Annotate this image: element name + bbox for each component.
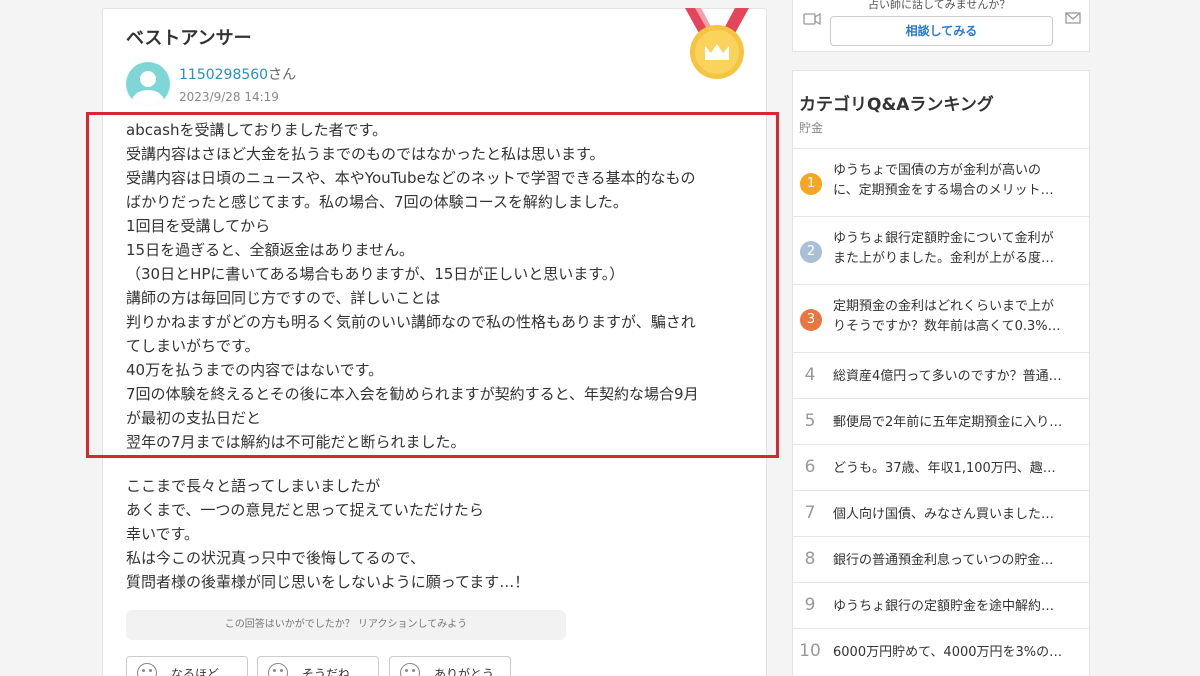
ranking-item-10[interactable]: 10 6000万円貯めて、4000万円を3%の…: [792, 628, 1090, 674]
ranking-number: 5: [804, 411, 816, 431]
answer-line: （30日とHPに書いてある場合もありますが、15日が正しいと思います。）: [126, 265, 625, 283]
answer-line: abcashを受講しておりました者です。: [126, 121, 388, 139]
ranking-question[interactable]: ゆうちょで国債の方が金利が高いの に、定期預金をする場合のメリット…: [833, 161, 1078, 201]
ranking-number: 1: [800, 173, 822, 195]
ranking-item-5[interactable]: 5 郵便局で2年前に五年定期預金に入り…: [792, 398, 1090, 444]
ranking-question-line: どうも。37歳、年収1,100万円、趣…: [833, 461, 1056, 476]
ranking-question[interactable]: ゆうちょ銀行の定額貯金を途中解約…: [833, 597, 1078, 617]
closing-line: 幸いです。: [126, 525, 200, 543]
ranking-question-line: 銀行の普通預金利息っていつの貯金…: [833, 553, 1054, 568]
answerer-id[interactable]: 1150298560: [179, 67, 268, 83]
answer-line: 7回の体験を終えるとその後に本入会を勧められますが契約すると、年契約な場合9月: [126, 385, 699, 403]
ranking-question[interactable]: 郵便局で2年前に五年定期預金に入り…: [833, 413, 1078, 433]
answer-line: 講師の方は毎回同じ方ですので、詳しいことは: [126, 289, 441, 307]
ranking-question-line: 定期預金の金利はどれくらいまで上が: [833, 299, 1055, 314]
answer-line: てしまいがちです。: [126, 337, 260, 355]
ranking-item-3[interactable]: 3 定期預金の金利はどれくらいまで上が りそうですか？数年前は高くて0.3%…: [792, 284, 1090, 352]
face-icon: [400, 663, 420, 676]
ranking-number: 4: [804, 365, 816, 385]
ranking-item-2[interactable]: 2 ゆうちょ銀行定額貯金について金利が また上がりました。金利が上がる度…: [792, 216, 1090, 284]
ranking-number: 7: [804, 503, 816, 523]
ranking-number: 2: [800, 241, 822, 263]
face-icon: [137, 663, 157, 676]
reaction-button-arigatou[interactable]: ありがとう: [389, 656, 511, 676]
ranking-category[interactable]: 貯金: [799, 119, 823, 136]
ranking-question-line: ゆうちょ銀行定額貯金について金利が: [833, 231, 1054, 246]
closing-line: ここまで長々と語ってしまいましたが: [126, 477, 381, 495]
answer-line: 受講内容は日頃のニュースや、本やYouTubeなどのネットで学習できる基本的なも…: [126, 169, 696, 187]
answer-line: 翌年の7月までは解約は不可能だと断られました。: [126, 433, 466, 451]
ranking-item-9[interactable]: 9 ゆうちょ銀行の定額貯金を途中解約…: [792, 582, 1090, 628]
answer-line: 判りかねますがどの方も明るく気前のいい講師なので私の性格もありますが、騙され: [126, 313, 696, 331]
answer-line: ばかりだったと感じてます。私の場合、7回の体験コースを解約しました。: [126, 193, 628, 211]
ranking-question[interactable]: 6000万円貯めて、4000万円を3%の…: [833, 643, 1078, 663]
reaction-label: そうだね: [302, 666, 351, 676]
ranking-number: 8: [804, 549, 816, 569]
avatar[interactable]: [126, 62, 170, 106]
answerer-name[interactable]: 1150298560さん: [179, 64, 296, 84]
answer-date: 2023/9/28 14:19: [179, 90, 279, 104]
ranking-question-line: りそうですか？数年前は高くて0.3%…: [833, 319, 1061, 334]
mail-icon: [1065, 12, 1081, 24]
reaction-prompt: この回答はいかがでしたか？ リアクションしてみよう: [126, 610, 566, 640]
ranking-question-line: 総資産4億円って多いのですか？普通…: [833, 369, 1062, 384]
ranking-question[interactable]: 銀行の普通預金利息っていつの貯金…: [833, 551, 1078, 571]
answer-line: が最初の支払日だと: [126, 409, 262, 427]
ranking-question[interactable]: ゆうちょ銀行定額貯金について金利が また上がりました。金利が上がる度…: [833, 229, 1078, 269]
ranking-question[interactable]: 定期預金の金利はどれくらいまで上が りそうですか？数年前は高くて0.3%…: [833, 297, 1078, 337]
closing-line: 質問者様の後輩様が同じ思いをしないように願ってます…！: [126, 573, 530, 591]
ranking-item-4[interactable]: 4 総資産4億円って多いのですか？普通…: [792, 352, 1090, 398]
reaction-label: なるほど: [171, 666, 220, 676]
ranking-item-6[interactable]: 6 どうも。37歳、年収1,100万円、趣…: [792, 444, 1090, 490]
ranking-question[interactable]: 個人向け国債、みなさん買いました…: [833, 505, 1078, 525]
closing-line: あくまで、一つの意見だと思って捉えていただけたら: [126, 501, 484, 519]
ranking-number: 9: [804, 595, 816, 615]
ranking-question-line: ゆうちょ銀行の定額貯金を途中解約…: [833, 599, 1055, 614]
ranking-title: カテゴリQ&Aランキング: [799, 95, 994, 115]
answerer-suffix: さん: [268, 67, 297, 83]
ranking-question-line: 個人向け国債、みなさん買いました…: [833, 507, 1055, 522]
answer-body: abcashを受講しておりました者です。 受講内容はさほど大金を払うまでのもので…: [126, 118, 766, 594]
ranking-question[interactable]: どうも。37歳、年収1,100万円、趣…: [833, 459, 1078, 479]
reaction-label: ありがとう: [434, 666, 495, 676]
ranking-question-line: また上がりました。金利が上がる度…: [833, 251, 1055, 266]
ranking-item-8[interactable]: 8 銀行の普通預金利息っていつの貯金…: [792, 536, 1090, 582]
medal-icon: [685, 8, 749, 79]
ranking-number: 3: [800, 309, 822, 331]
answer-line: 15日を過ぎると、全額返金はありません。: [126, 241, 415, 259]
ranking-number: 6: [804, 457, 816, 477]
ranking-item-7[interactable]: 7 個人向け国債、みなさん買いました…: [792, 490, 1090, 536]
ranking-question-line: に、定期預金をする場合のメリット…: [833, 183, 1054, 198]
face-icon: [268, 663, 288, 676]
consult-prompt: 占い師に話してみませんか？: [868, 0, 1011, 11]
best-answer-heading: ベストアンサー: [126, 28, 252, 49]
video-icon: [803, 12, 821, 26]
ranking-question-line: 郵便局で2年前に五年定期預金に入り…: [833, 415, 1063, 430]
answer-line: 受講内容はさほど大金を払うまでのものではなかったと私は思います。: [126, 145, 605, 163]
answer-line: 1回目を受講してから: [126, 217, 271, 235]
answer-line: 40万を払うまでの内容ではないです。: [126, 361, 384, 379]
reaction-button-soudane[interactable]: そうだね: [257, 656, 379, 676]
ranking-question-line: 6000万円貯めて、4000万円を3%の…: [833, 645, 1063, 660]
ranking-item-1[interactable]: 1 ゆうちょで国債の方が金利が高いの に、定期預金をする場合のメリット…: [792, 148, 1090, 216]
ranking-number: 10: [799, 641, 821, 661]
closing-line: 私は今この状況真っ只中で後悔してるので、: [126, 549, 425, 567]
reaction-button-naruhodo[interactable]: なるほど: [126, 656, 248, 676]
ranking-question[interactable]: 総資産4億円って多いのですか？普通…: [833, 367, 1078, 387]
consult-button[interactable]: 相談してみる: [830, 16, 1053, 46]
ranking-question-line: ゆうちょで国債の方が金利が高いの: [833, 163, 1042, 178]
